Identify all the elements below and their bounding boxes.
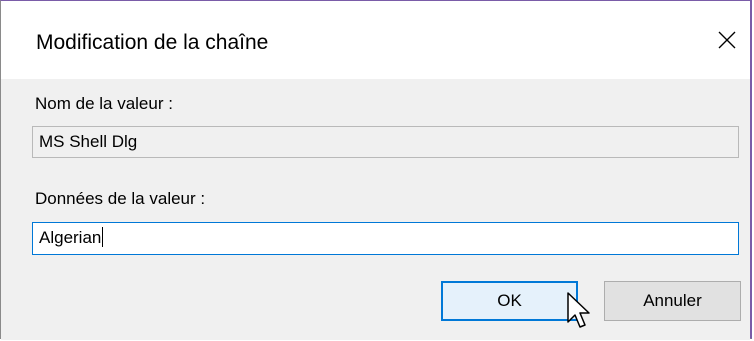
title-bar[interactable]: Modification de la chaîne (1, 1, 750, 79)
value-name-field[interactable]: MS Shell Dlg (32, 126, 739, 158)
value-data-label: Données de la valeur : (35, 189, 206, 208)
text-caret (102, 227, 104, 247)
dialog-body: Nom de la valeur : MS Shell Dlg Données … (1, 79, 750, 340)
close-button[interactable] (710, 23, 744, 57)
value-name-label: Nom de la valeur : (35, 94, 173, 113)
dialog-title: Modification de la chaîne (36, 31, 269, 54)
close-icon (718, 31, 736, 49)
value-data-input[interactable]: Algerian (32, 222, 739, 255)
mouse-pointer-icon (567, 292, 590, 328)
edit-string-dialog: Modification de la chaîne Nom de la vale… (0, 0, 752, 340)
cancel-button[interactable]: Annuler (604, 281, 741, 321)
value-name-text: MS Shell Dlg (39, 132, 138, 151)
ok-button-label: OK (497, 291, 522, 310)
value-data-text: Algerian (39, 228, 102, 247)
ok-button[interactable]: OK (441, 281, 578, 321)
cancel-button-label: Annuler (643, 291, 702, 310)
